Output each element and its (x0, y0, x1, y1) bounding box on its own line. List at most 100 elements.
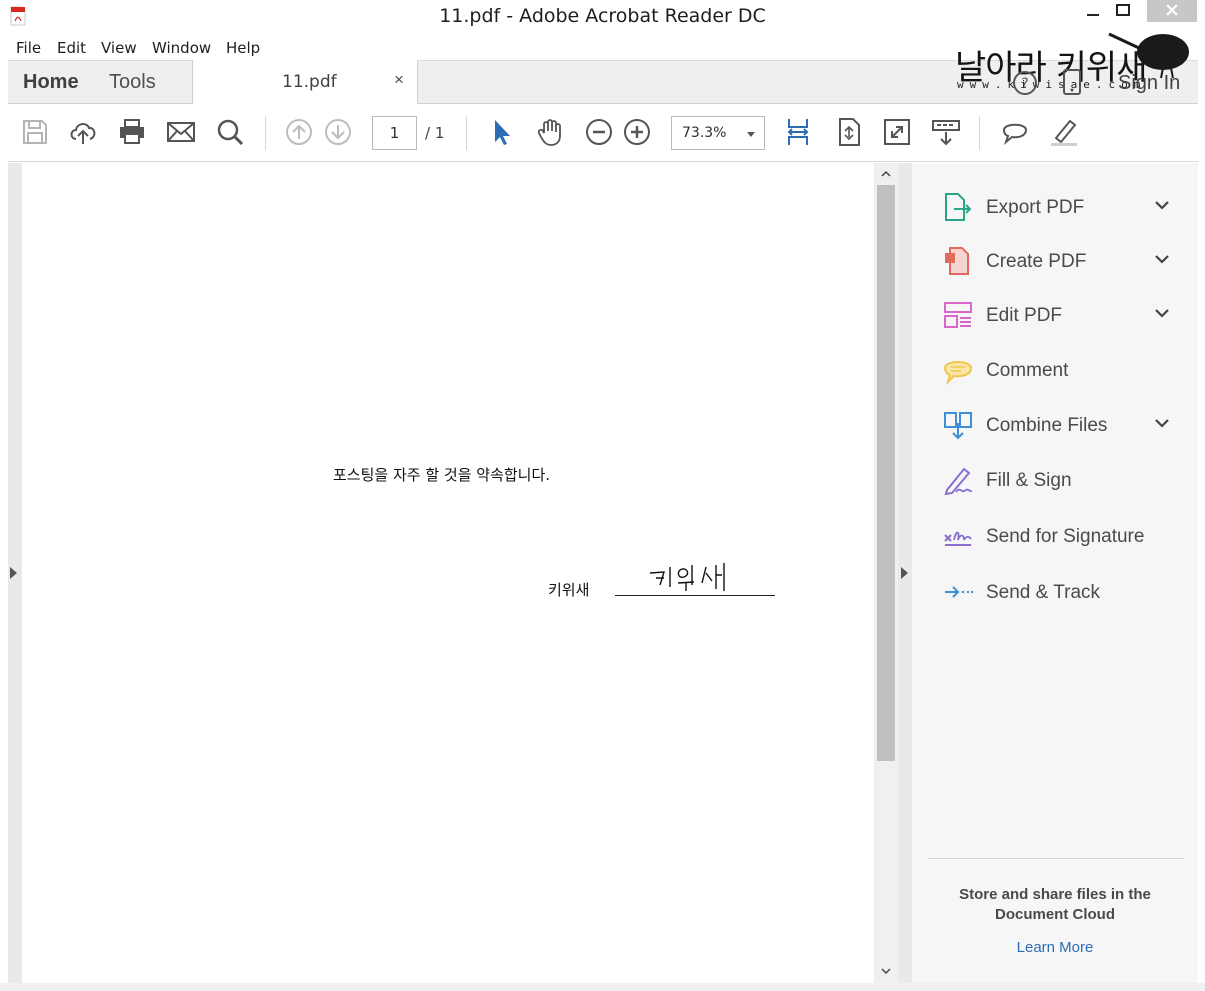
select-tool-button[interactable] (487, 117, 517, 147)
tool-label: Edit PDF (986, 305, 1063, 326)
fullscreen-button[interactable] (882, 117, 912, 147)
tab-home[interactable]: Home (23, 71, 79, 94)
menu-help[interactable]: Help (226, 39, 260, 57)
window-bottom-edge (0, 983, 1205, 991)
maximize-icon[interactable] (1108, 0, 1138, 22)
tools-pane: Export PDF Create PDF Edit PDF Comment C… (912, 163, 1198, 983)
save-icon (23, 120, 47, 144)
chevron-down-icon[interactable] (1154, 417, 1170, 429)
tool-label: Send & Track (986, 582, 1101, 603)
toolbar: 1 / 1 73.3% (8, 104, 1198, 162)
window-title: 11.pdf - Adobe Acrobat Reader DC (439, 5, 766, 27)
tool-comment[interactable]: Comment (912, 350, 1198, 390)
zoom-in-button[interactable] (622, 117, 652, 147)
fullscreen-icon (884, 119, 910, 145)
send-track-icon (945, 586, 973, 598)
signature-label: 키위새 (548, 581, 590, 599)
tool-edit-pdf[interactable]: Edit PDF (912, 295, 1198, 335)
mobile-link-icon[interactable] (1062, 68, 1082, 96)
combine-files-icon (944, 412, 972, 440)
print-button[interactable] (117, 117, 147, 147)
tool-label: Combine Files (986, 415, 1108, 436)
tab-document[interactable]: 11.pdf × (192, 60, 418, 105)
print-icon (120, 119, 144, 144)
search-icon (217, 119, 244, 146)
hand-tool-icon (537, 119, 561, 146)
chevron-down-icon[interactable] (1154, 307, 1170, 319)
chevron-right-icon[interactable] (901, 567, 908, 579)
kiwi-bird-logo (1108, 32, 1189, 78)
tool-send-for-signature[interactable]: Send for Signature (912, 516, 1198, 556)
upload-button[interactable] (68, 117, 98, 147)
tool-label: Comment (986, 360, 1069, 381)
save-button[interactable] (20, 117, 50, 147)
export-pdf-icon (945, 193, 972, 221)
title-bar: 11.pdf - Adobe Acrobat Reader DC (0, 0, 1205, 34)
comment-icon (943, 361, 973, 386)
fill-sign-icon (944, 467, 973, 496)
pane-divider (928, 858, 1184, 859)
minimize-icon[interactable] (1080, 0, 1110, 22)
next-page-button[interactable] (323, 117, 353, 147)
tool-label: Send for Signature (986, 526, 1145, 547)
tool-label: Create PDF (986, 251, 1087, 272)
document-cloud-promo: Store and share files in the Document Cl… (959, 886, 1151, 923)
fit-page-button[interactable] (783, 117, 813, 147)
zoom-value: 73.3% (682, 125, 727, 141)
zoom-in-icon (624, 119, 650, 145)
svg-text:?: ? (1021, 76, 1028, 92)
scrolling-mode-button[interactable] (931, 117, 961, 147)
email-button[interactable] (166, 117, 196, 147)
prev-page-button[interactable] (284, 117, 314, 147)
tool-label: Fill & Sign (986, 470, 1072, 491)
tab-document-label: 11.pdf (282, 72, 337, 92)
email-icon (167, 122, 195, 142)
send-signature-icon (944, 531, 972, 546)
toolbar-separator (979, 116, 980, 150)
prev-page-icon (286, 119, 312, 145)
create-pdf-icon (945, 247, 969, 275)
help-icon[interactable]: ? (1012, 70, 1038, 96)
hand-tool-button[interactable] (535, 117, 565, 147)
chevron-down-icon[interactable] (1154, 199, 1170, 211)
toolbar-separator (466, 116, 467, 150)
zoom-out-icon (586, 119, 612, 145)
tool-label: Export PDF (986, 197, 1085, 218)
chevron-down-icon (747, 132, 755, 137)
chevron-right-icon[interactable] (10, 567, 17, 579)
comment-button[interactable] (1000, 117, 1030, 147)
sign-in-link[interactable]: Sign In (1118, 72, 1180, 95)
tool-create-pdf[interactable]: Create PDF (912, 241, 1198, 281)
scroll-up-icon[interactable] (881, 169, 891, 179)
search-button[interactable] (215, 117, 245, 147)
zoom-out-button[interactable] (584, 117, 614, 147)
document-body-text: 포스팅을 자주 할 것을 약속합니다. (333, 466, 551, 484)
rotate-button[interactable] (834, 117, 864, 147)
menu-edit[interactable]: Edit (57, 39, 86, 57)
scrollbar-thumb[interactable] (877, 185, 895, 761)
tool-combine-files[interactable]: Combine Files (912, 405, 1198, 445)
tool-send-track[interactable]: Send & Track (912, 572, 1198, 612)
rotate-icon (839, 118, 860, 146)
menu-window[interactable]: Window (152, 39, 211, 57)
tool-fill-sign[interactable]: Fill & Sign (912, 460, 1198, 500)
learn-more-link[interactable]: Learn More (912, 939, 1198, 956)
tab-close-button[interactable]: × (394, 70, 404, 90)
next-page-icon (325, 119, 351, 145)
tool-export-pdf[interactable]: Export PDF (912, 187, 1198, 227)
scroll-down-icon[interactable] (881, 966, 891, 976)
upload-cloud-icon (70, 123, 96, 144)
scrolling-mode-icon (932, 120, 960, 146)
page-number-input[interactable]: 1 (372, 116, 417, 150)
highlight-button[interactable] (1049, 117, 1079, 147)
menu-view[interactable]: View (101, 39, 137, 57)
menu-file[interactable]: File (16, 39, 41, 57)
select-cursor-icon (495, 120, 510, 145)
tab-tools[interactable]: Tools (109, 71, 156, 94)
pdf-page: 포스팅을 자주 할 것을 약속합니다. 키위새 (22, 163, 874, 983)
chevron-down-icon[interactable] (1154, 253, 1170, 265)
page-total: / 1 (425, 124, 445, 142)
close-window-icon[interactable] (1147, 0, 1197, 22)
zoom-select[interactable]: 73.3% (671, 116, 765, 150)
vertical-scrollbar[interactable] (874, 163, 898, 983)
